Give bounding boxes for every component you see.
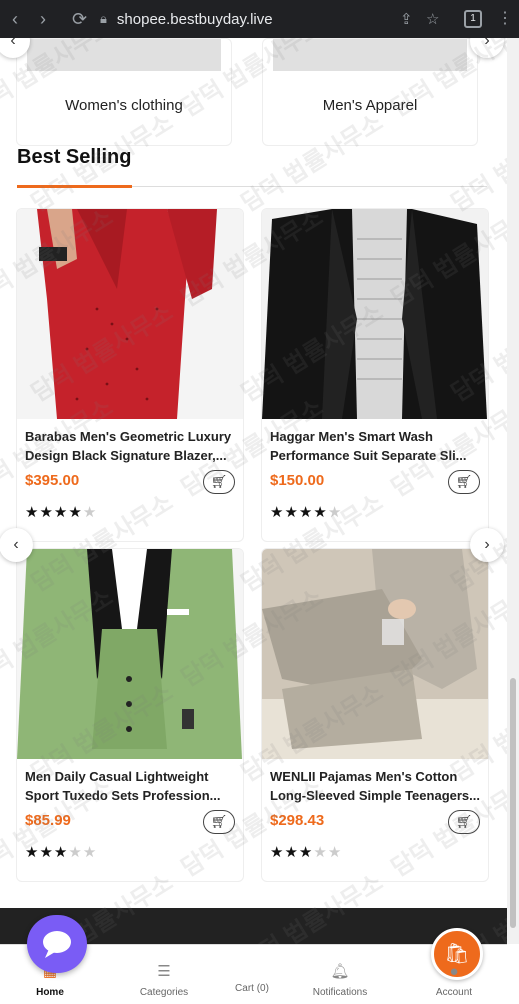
nav-account[interactable]: ● Account [404, 945, 504, 1004]
rating-stars: ★★★★★ [270, 503, 342, 521]
star-icon: ★ [284, 504, 299, 521]
cart-icon: 🛒︎ [210, 814, 228, 829]
star-icon: ★ [82, 504, 98, 521]
star-icon: ★ [298, 504, 314, 521]
cart-icon: 🛒︎ [455, 474, 473, 489]
products-prev-button[interactable]: ‹ [0, 528, 33, 562]
chat-bubble-icon [43, 931, 71, 958]
address-bar[interactable]: 🔒︎ shopee.bestbuyday.live [100, 8, 273, 30]
star-icon: ★ [25, 504, 40, 521]
forward-icon[interactable]: › [40, 9, 46, 30]
add-to-cart-button[interactable]: 🛒︎ [448, 470, 480, 494]
product-name[interactable]: Men Daily Casual Lightweight Sport Tuxed… [25, 767, 235, 805]
chat-button[interactable] [27, 915, 87, 973]
star-icon: ★ [270, 844, 285, 861]
tab-count-button[interactable]: 1 [464, 10, 482, 28]
category-image [273, 39, 467, 71]
add-to-cart-button[interactable]: 🛒︎ [203, 470, 235, 494]
star-icon: ★ [53, 504, 69, 521]
bell-icon: 🔔︎ [330, 963, 350, 980]
star-icon: ★ [284, 844, 299, 861]
page-scrollbar[interactable] [507, 38, 519, 944]
browser-toolbar: ‹ › ⟳ 🔒︎ shopee.bestbuyday.live ⇪ ☆ 1 ⋮ [0, 0, 519, 38]
product-price: $85.99 [25, 812, 71, 829]
product-card[interactable]: WENLII Pajamas Men's Cotton Long-Sleeved… [261, 548, 489, 882]
section-title-underline [17, 185, 132, 188]
rating-stars: ★★★★★ [270, 843, 342, 861]
nav-cart[interactable]: 🛍︎ Cart (0) [202, 928, 483, 1004]
star-icon: ★ [327, 504, 343, 521]
star-icon: ★ [39, 504, 54, 521]
reload-icon[interactable]: ⟳ [72, 9, 87, 30]
star-icon: ★ [68, 844, 83, 861]
star-icon: ★ [68, 504, 83, 521]
rating-stars: ★★★★★ [25, 503, 97, 521]
rating-stars: ★★★★★ [25, 843, 97, 861]
category-image [27, 39, 221, 71]
menu-icon[interactable]: ⋮ [497, 8, 513, 28]
add-to-cart-button[interactable]: 🛒︎ [203, 810, 235, 834]
star-icon: ★ [270, 504, 285, 521]
add-to-cart-button[interactable]: 🛒︎ [448, 810, 480, 834]
product-image [262, 549, 488, 759]
section-title: Best Selling [17, 146, 132, 168]
product-price: $150.00 [270, 472, 325, 489]
star-icon: ★ [39, 844, 54, 861]
product-image [262, 209, 488, 419]
nav-notifications[interactable]: 🔔︎ Notifications [290, 945, 390, 1004]
category-name: Women's clothing [65, 97, 183, 114]
product-image [17, 209, 243, 419]
back-icon[interactable]: ‹ [12, 9, 18, 30]
product-card[interactable]: Haggar Men's Smart Wash Performance Suit… [261, 208, 489, 542]
category-card-mens[interactable]: Men's Apparel [262, 38, 478, 146]
url-text: shopee.bestbuyday.live [116, 10, 273, 28]
product-name[interactable]: Haggar Men's Smart Wash Performance Suit… [270, 427, 480, 465]
product-name[interactable]: Barabas Men's Geometric Luxury Design Bl… [25, 427, 235, 465]
category-card-womens[interactable]: Women's clothing [16, 38, 232, 146]
lock-icon: 🔒︎ [100, 11, 107, 26]
star-icon: ★ [298, 844, 314, 861]
star-icon: ★ [313, 504, 328, 521]
cart-icon: 🛒︎ [455, 814, 473, 829]
star-icon: ★ [53, 844, 69, 861]
star-icon: ★ [327, 844, 343, 861]
star-icon: ★ [82, 844, 98, 861]
product-name[interactable]: WENLII Pajamas Men's Cotton Long-Sleeved… [270, 767, 480, 805]
products-next-button[interactable]: › [470, 528, 504, 562]
chevron-left-icon: ‹ [10, 38, 16, 49]
product-card[interactable]: Barabas Men's Geometric Luxury Design Bl… [16, 208, 244, 542]
star-icon: ★ [313, 844, 328, 861]
product-image [17, 549, 243, 759]
product-price: $298.43 [270, 812, 325, 829]
chevron-right-icon: › [484, 38, 490, 49]
scrollbar-thumb[interactable] [510, 678, 516, 928]
chevron-left-icon: ‹ [13, 536, 19, 553]
product-price: $395.00 [25, 472, 80, 489]
list-icon: ☰ [157, 963, 171, 980]
nav-categories[interactable]: ☰ Categories [114, 945, 214, 1004]
product-card[interactable]: Men Daily Casual Lightweight Sport Tuxed… [16, 548, 244, 882]
page-content: Women's clothing Men's Apparel ‹ › Best … [0, 38, 507, 944]
category-name: Men's Apparel [322, 97, 418, 114]
star-icon: ★ [25, 844, 40, 861]
cart-icon: 🛒︎ [210, 474, 228, 489]
chevron-right-icon: › [484, 536, 490, 553]
share-icon[interactable]: ⇪ [400, 10, 413, 28]
user-avatar-icon: ● [449, 963, 459, 980]
bookmark-star-icon[interactable]: ☆ [426, 10, 439, 28]
